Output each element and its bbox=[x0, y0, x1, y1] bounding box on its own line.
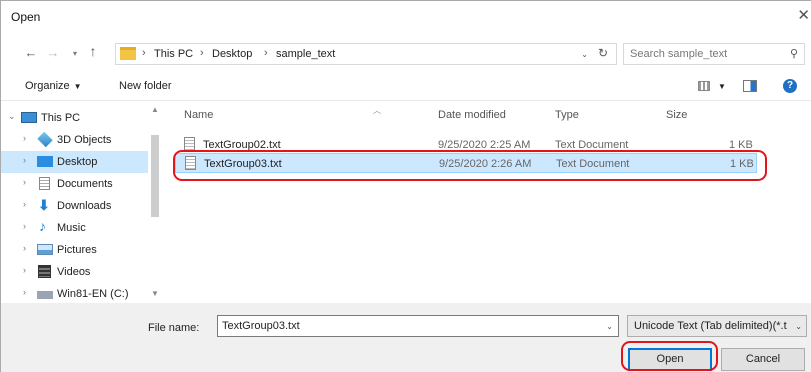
column-header-type[interactable]: Type bbox=[555, 109, 579, 121]
open-button-highlight bbox=[621, 341, 718, 371]
command-bar: Organize ▼ New folder ▼ ? bbox=[1, 73, 811, 101]
sidebar-item-label: Videos bbox=[57, 266, 91, 278]
column-header-name[interactable]: Name bbox=[184, 109, 213, 121]
preview-pane-icon[interactable] bbox=[743, 80, 757, 92]
sidebar-item-label: This PC bbox=[41, 112, 81, 124]
new-folder-button[interactable]: New folder bbox=[119, 80, 172, 92]
help-icon[interactable]: ? bbox=[783, 79, 797, 93]
documents-icon bbox=[39, 177, 50, 190]
sidebar-item-label: Music bbox=[57, 222, 86, 234]
chevron-down-icon[interactable]: ⌄ bbox=[606, 322, 613, 331]
collapsed-chevron-icon[interactable]: › bbox=[23, 221, 26, 231]
sidebar-item-desktop[interactable]: › Desktop bbox=[1, 151, 148, 173]
search-placeholder: Search sample_text bbox=[630, 48, 728, 60]
text-file-icon bbox=[184, 137, 195, 151]
file-type-select[interactable]: Unicode Text (Tab delimited)(*.t ⌄ bbox=[627, 315, 807, 337]
collapsed-chevron-icon[interactable]: › bbox=[23, 265, 26, 275]
sidebar-item-3d-objects[interactable]: › 3D Objects bbox=[1, 129, 148, 151]
collapsed-chevron-icon[interactable]: › bbox=[23, 243, 26, 253]
organize-button[interactable]: Organize ▼ bbox=[25, 80, 82, 92]
sidebar-item-this-pc[interactable]: ⌄ This PC bbox=[1, 107, 148, 129]
nav-scrollbar[interactable]: ▲ ▼ bbox=[149, 105, 161, 300]
refresh-icon[interactable]: ↻ bbox=[598, 46, 608, 60]
sidebar-item-label: 3D Objects bbox=[57, 134, 112, 146]
file-name-value: TextGroup03.txt bbox=[222, 320, 300, 332]
recent-locations-chevron-icon[interactable]: ▾ bbox=[67, 49, 83, 58]
search-input[interactable]: Search sample_text ⚲ bbox=[623, 43, 805, 65]
address-dropdown-icon[interactable]: ⌄ bbox=[581, 50, 588, 59]
desktop-icon bbox=[37, 156, 53, 167]
collapsed-chevron-icon[interactable]: › bbox=[23, 177, 26, 187]
file-type-value: Unicode Text (Tab delimited)(*.t bbox=[634, 320, 787, 332]
sidebar-item-documents[interactable]: › Documents bbox=[1, 173, 148, 195]
forward-arrow-icon[interactable]: → bbox=[45, 45, 61, 60]
dialog-title: Open bbox=[11, 10, 41, 24]
sidebar-item-label: Desktop bbox=[57, 156, 98, 168]
drive-icon bbox=[37, 291, 53, 299]
cancel-button[interactable]: Cancel bbox=[721, 348, 805, 371]
column-header-size[interactable]: Size bbox=[666, 109, 687, 121]
scroll-down-icon[interactable]: ▼ bbox=[151, 289, 159, 298]
collapsed-chevron-icon[interactable]: › bbox=[23, 155, 26, 165]
collapsed-chevron-icon[interactable]: › bbox=[23, 199, 26, 209]
pictures-icon bbox=[37, 244, 53, 255]
selected-file-highlight bbox=[173, 150, 767, 181]
breadcrumb-separator-icon[interactable]: › bbox=[264, 47, 268, 59]
breadcrumb-this-pc[interactable]: This PC bbox=[154, 48, 193, 60]
open-dialog: Open ✕ ← → ▾ ↑ › This PC › Desktop › sam… bbox=[0, 0, 811, 372]
breadcrumb-desktop[interactable]: Desktop bbox=[212, 48, 252, 60]
sidebar-item-videos[interactable]: › Videos bbox=[1, 261, 148, 283]
organize-label: Organize bbox=[25, 80, 70, 92]
sidebar-item-label: Win81-EN (C:) bbox=[57, 288, 129, 300]
file-name-field[interactable]: TextGroup03.txt ⌄ bbox=[217, 315, 619, 337]
folder-icon bbox=[120, 47, 136, 60]
sidebar-item-label: Documents bbox=[57, 178, 113, 190]
3d-objects-icon bbox=[37, 131, 53, 148]
breadcrumb-sample-text[interactable]: sample_text bbox=[276, 48, 335, 60]
sidebar-item-downloads[interactable]: › ⬇ Downloads bbox=[1, 195, 148, 217]
back-arrow-icon[interactable]: ← bbox=[23, 45, 39, 60]
expanded-chevron-icon[interactable]: ⌄ bbox=[8, 111, 16, 122]
title-bar: Open ✕ bbox=[1, 1, 811, 31]
breadcrumb-separator-icon[interactable]: › bbox=[200, 47, 204, 59]
close-icon[interactable]: ✕ bbox=[797, 6, 810, 24]
chevron-down-icon[interactable]: ⌄ bbox=[795, 322, 802, 331]
sidebar-item-music[interactable]: › ♪ Music bbox=[1, 217, 148, 239]
file-list: ︿ Name Date modified Type Size TextGroup… bbox=[163, 105, 811, 300]
music-icon: ♪ bbox=[39, 218, 46, 234]
chevron-down-icon[interactable]: ▼ bbox=[718, 82, 726, 91]
address-row: ← → ▾ ↑ › This PC › Desktop › sample_tex… bbox=[1, 41, 811, 67]
downloads-icon: ⬇ bbox=[38, 197, 50, 213]
sidebar-item-label: Downloads bbox=[57, 200, 112, 212]
file-name-label: File name: bbox=[148, 322, 200, 334]
collapsed-chevron-icon[interactable]: › bbox=[23, 133, 26, 143]
column-header-date-modified[interactable]: Date modified bbox=[438, 109, 506, 121]
search-icon[interactable]: ⚲ bbox=[790, 47, 798, 60]
scroll-thumb[interactable] bbox=[151, 135, 159, 217]
navigation-pane: ⌄ This PC › 3D Objects › Desktop › Docum… bbox=[1, 105, 161, 300]
monitor-icon bbox=[21, 112, 37, 123]
address-bar[interactable]: › This PC › Desktop › sample_text ⌄ ↻ bbox=[115, 43, 617, 65]
up-arrow-icon[interactable]: ↑ bbox=[85, 43, 101, 59]
chevron-down-icon: ▼ bbox=[73, 82, 82, 91]
sidebar-item-pictures[interactable]: › Pictures bbox=[1, 239, 148, 261]
view-options-icon[interactable] bbox=[698, 81, 710, 91]
breadcrumb-separator-icon[interactable]: › bbox=[142, 47, 146, 59]
scroll-up-icon[interactable]: ▲ bbox=[151, 105, 159, 114]
videos-icon bbox=[38, 265, 51, 278]
sidebar-item-drive-c[interactable]: › Win81-EN (C:) bbox=[1, 283, 148, 300]
collapsed-chevron-icon[interactable]: › bbox=[23, 287, 26, 297]
sidebar-item-label: Pictures bbox=[57, 244, 97, 256]
sort-ascending-icon: ︿ bbox=[373, 106, 381, 115]
